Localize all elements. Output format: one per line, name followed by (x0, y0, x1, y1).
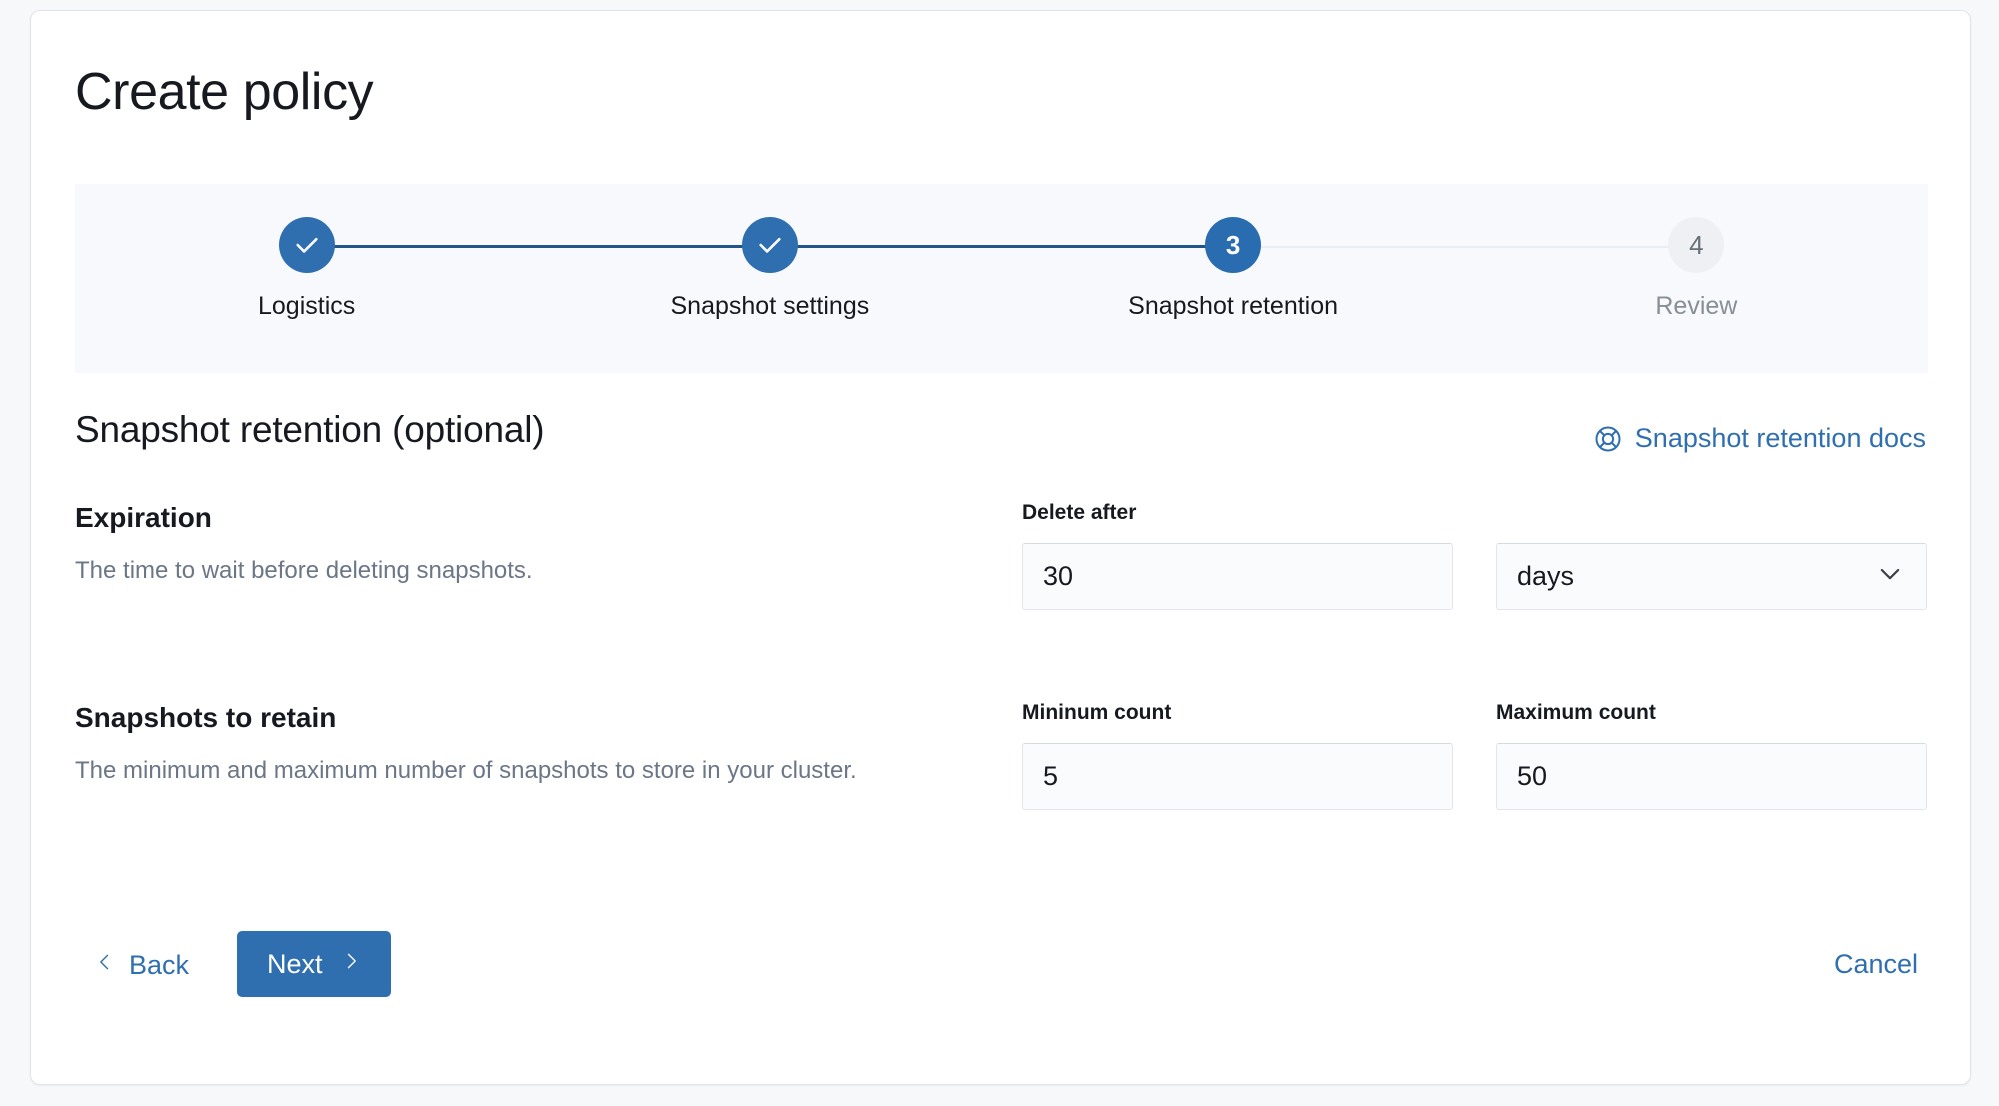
chevron-down-icon (1876, 559, 1904, 594)
delete-after-unit-select[interactable]: days (1496, 543, 1927, 610)
maximum-count-label: Maximum count (1496, 701, 1656, 724)
retain-fields: Mininum count 5 Maximum count 50 (1022, 701, 1927, 810)
maximum-count-input[interactable]: 50 (1496, 743, 1927, 810)
retain-title: Snapshots to retain (75, 702, 337, 733)
retain-description: The minimum and maximum number of snapsh… (75, 756, 857, 784)
maximum-count-value: 50 (1517, 761, 1548, 791)
minimum-count-field-group: Mininum count 5 (1022, 701, 1453, 810)
delete-after-input[interactable]: 30 (1022, 543, 1453, 610)
step-logistics[interactable]: Logistics (75, 217, 770, 321)
retain-description-block: Snapshots to retain The minimum and maxi… (75, 701, 975, 787)
step-label-snapshot-retention: Snapshot retention (1128, 292, 1339, 320)
step-label-logistics: Logistics (257, 292, 356, 320)
wizard-stepper: Logistics Snapshot settings 3 Snapshot r… (75, 184, 1928, 373)
step-bubble-snapshot-retention: 3 (1205, 217, 1262, 273)
maximum-count-field-group: Maximum count 50 (1496, 701, 1927, 810)
chevron-left-icon (95, 949, 115, 982)
minimum-count-label: Mininum count (1022, 701, 1172, 724)
snapshot-retention-docs-link[interactable]: Snapshot retention docs (1593, 423, 1926, 454)
step-bubble-snapshot-settings (741, 217, 798, 273)
chevron-right-icon (341, 948, 361, 981)
delete-after-value: 30 (1043, 561, 1074, 591)
section-heading: Snapshot retention (optional) (75, 409, 545, 450)
minimum-count-input[interactable]: 5 (1022, 743, 1453, 810)
life-ring-icon (1593, 424, 1623, 454)
docs-link-label: Snapshot retention docs (1634, 423, 1926, 453)
next-button[interactable]: Next (237, 931, 391, 997)
cancel-button[interactable]: Cancel (1834, 949, 1918, 980)
check-icon (293, 231, 321, 259)
expiration-description-block: Expiration The time to wait before delet… (75, 501, 975, 587)
delete-after-field-group: Delete after 30 (1022, 501, 1453, 610)
step-label-snapshot-settings: Snapshot settings (670, 292, 870, 320)
delete-after-label: Delete after (1022, 501, 1137, 524)
page-title: Create policy (75, 63, 374, 121)
step-snapshot-settings[interactable]: Snapshot settings (538, 217, 1234, 321)
step-snapshot-retention[interactable]: 3 Snapshot retention (1002, 217, 1697, 321)
delete-after-unit-group: days (1496, 501, 1927, 610)
expiration-fields: Delete after 30 days (1022, 501, 1927, 610)
check-icon (756, 231, 784, 259)
delete-after-unit-value: days (1517, 561, 1575, 591)
expiration-title: Expiration (75, 502, 212, 533)
expiration-description: The time to wait before deleting snapsho… (75, 556, 533, 584)
wizard-footer: Back Next Cancel (75, 931, 1926, 1021)
step-bubble-logistics (278, 217, 335, 273)
back-button[interactable]: Back (95, 949, 189, 982)
create-policy-card: Create policy Logistics Snapshot setting… (30, 10, 1971, 1085)
step-bubble-review: 4 (1668, 217, 1725, 273)
back-button-label: Back (129, 950, 190, 980)
step-label-review: Review (1655, 292, 1738, 320)
step-review[interactable]: 4 Review (1465, 217, 1928, 321)
minimum-count-value: 5 (1043, 761, 1059, 791)
next-button-label: Next (267, 948, 323, 979)
